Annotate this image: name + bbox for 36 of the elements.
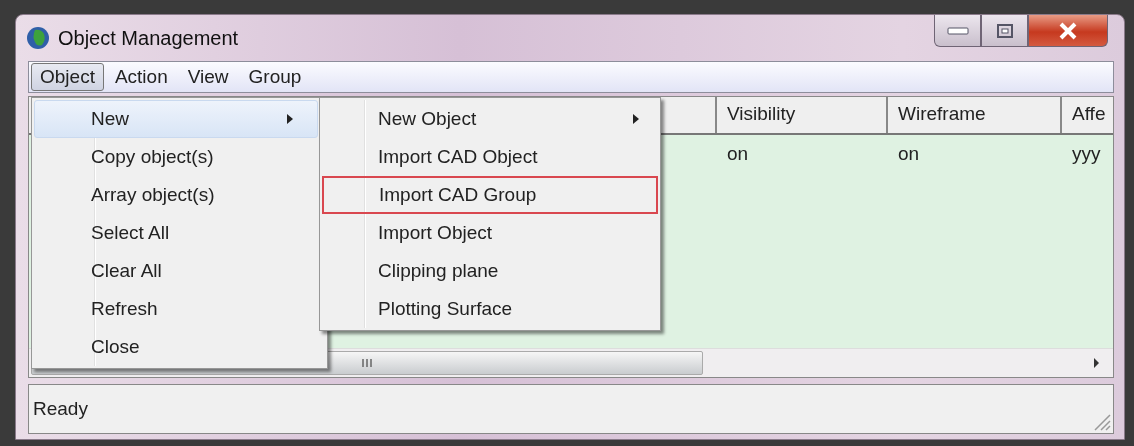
close-icon [1058,21,1078,40]
menu-item[interactable]: Import CAD Object [322,138,658,176]
window-title: Object Management [58,26,239,50]
close-button[interactable] [1028,15,1108,47]
menu-item[interactable]: Plotting Surface [322,290,658,328]
status-text: Ready [33,398,88,420]
globe-icon [26,26,50,50]
table-cell-text: on [726,143,750,165]
scroll-right-icon[interactable] [1093,358,1099,368]
menu-bar-item[interactable]: Group [239,63,311,91]
submenu-arrow-icon [287,114,293,124]
column-header[interactable]: Wireframe [886,97,1060,133]
submenu-arrow-icon [633,114,639,124]
menu-bar-item[interactable]: Object [31,63,104,91]
menu-item[interactable]: Import Object [322,214,658,252]
column-header[interactable]: Affe [1060,97,1113,133]
table-cell-text: on [897,143,921,165]
menu-bar-item[interactable]: Action [105,63,177,91]
maximize-button[interactable] [981,15,1028,47]
menu-item[interactable]: Refresh [34,290,318,328]
menu-item[interactable]: Array object(s) [34,176,318,214]
minimize-icon [946,25,969,36]
menu-bar-item[interactable]: View [178,63,238,91]
menu-item[interactable]: Select All [34,214,318,252]
minimize-button[interactable] [934,15,981,47]
menu-item[interactable]: Clipping plane [322,252,658,290]
menu-item[interactable]: Import CAD Group [322,176,658,214]
column-header[interactable]: Visibility [715,97,886,133]
menu-item[interactable]: New Object [322,100,658,138]
menu-item[interactable]: Close [34,328,318,366]
table-cell-text: yyy [1071,143,1102,165]
menu-item[interactable]: New [34,100,318,138]
menu-item[interactable]: Clear All [34,252,318,290]
grip-icon [361,358,373,368]
maximize-icon [995,22,1014,39]
menu-item[interactable]: Copy object(s) [34,138,318,176]
